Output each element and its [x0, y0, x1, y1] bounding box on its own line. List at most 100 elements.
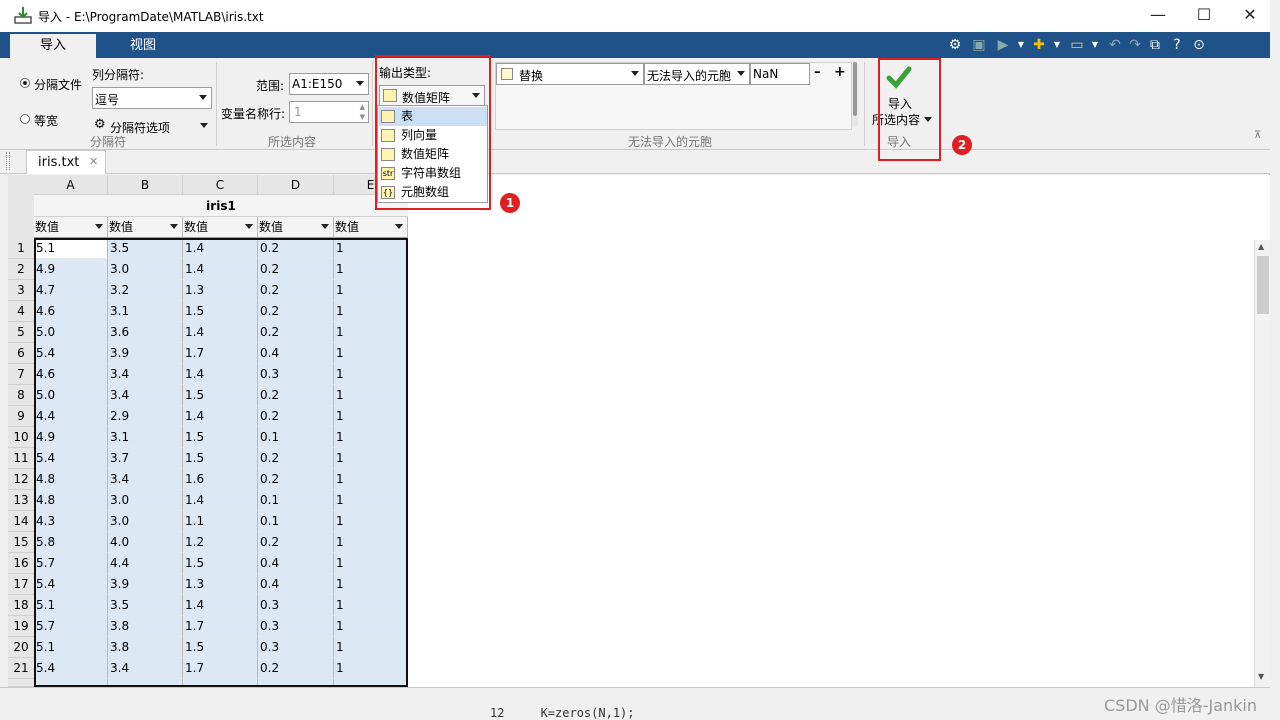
range-input[interactable]: A1:E150: [289, 73, 369, 95]
row-header[interactable]: 6: [8, 343, 34, 364]
table-cell[interactable]: 3.0: [108, 259, 183, 280]
tab-view[interactable]: 视图: [100, 34, 186, 58]
doc-tab-iris[interactable]: iris.txt ✕: [26, 150, 106, 174]
scrollbar-thumb[interactable]: [1257, 256, 1269, 314]
table-cell[interactable]: 5.4: [34, 658, 108, 679]
run-icon[interactable]: ▶: [994, 36, 1012, 54]
row-header[interactable]: 5: [8, 322, 34, 343]
drag-handle[interactable]: [6, 152, 10, 170]
table-cell[interactable]: 4.8: [34, 469, 108, 490]
table-cell[interactable]: 0.2: [258, 385, 334, 406]
table-cell[interactable]: 1.4: [183, 595, 258, 616]
table-cell[interactable]: 1.5: [183, 637, 258, 658]
table-cell[interactable]: 1: [334, 427, 408, 448]
table-cell[interactable]: 3.7: [108, 448, 183, 469]
column-type-select[interactable]: 数值: [258, 217, 334, 238]
table-cell[interactable]: 1.1: [183, 511, 258, 532]
table-cell[interactable]: 3.4: [108, 658, 183, 679]
row-header[interactable]: 1: [8, 238, 34, 259]
add-rule-button[interactable]: +: [834, 64, 846, 80]
settings-gear-icon[interactable]: ⚙: [946, 36, 964, 54]
column-header-b[interactable]: B: [108, 175, 183, 195]
tab-import[interactable]: 导入: [10, 34, 96, 58]
table-cell[interactable]: 1: [334, 658, 408, 679]
variable-names-row-spinner[interactable]: 1 ▲ ▼: [289, 101, 369, 123]
column-header-c[interactable]: C: [183, 175, 258, 195]
table-cell[interactable]: 5.1: [34, 238, 108, 259]
rules-scrollbar-thumb[interactable]: [853, 62, 857, 116]
table-cell[interactable]: 1: [334, 490, 408, 511]
row-header[interactable]: 15: [8, 532, 34, 553]
table-cell[interactable]: 1: [334, 574, 408, 595]
table-cell[interactable]: 1.7: [183, 343, 258, 364]
table-cell[interactable]: 0.2: [258, 259, 334, 280]
variable-name-header[interactable]: iris1: [34, 195, 408, 217]
rule-value-input[interactable]: NaN: [750, 63, 810, 85]
row-header[interactable]: 12: [8, 469, 34, 490]
row-header[interactable]: 4: [8, 301, 34, 322]
table-cell[interactable]: 3.1: [108, 427, 183, 448]
table-cell[interactable]: 4.4: [108, 553, 183, 574]
table-cell[interactable]: 0.4: [258, 574, 334, 595]
table-cell[interactable]: 1.4: [183, 322, 258, 343]
table-cell[interactable]: 5.0: [34, 322, 108, 343]
row-header[interactable]: 20: [8, 637, 34, 658]
table-cell[interactable]: 5.1: [34, 637, 108, 658]
table-cell[interactable]: 0.3: [258, 364, 334, 385]
table-cell[interactable]: 1: [334, 616, 408, 637]
table-cell[interactable]: 4.6: [34, 301, 108, 322]
table-cell[interactable]: 1: [334, 469, 408, 490]
table-cell[interactable]: 0.2: [258, 280, 334, 301]
table-cell[interactable]: 1.4: [183, 238, 258, 259]
table-cell[interactable]: 5.8: [34, 532, 108, 553]
row-header[interactable]: 2: [8, 259, 34, 280]
table-cell[interactable]: 0.1: [258, 427, 334, 448]
table-cell[interactable]: 2.9: [108, 406, 183, 427]
table-cell[interactable]: 0.4: [258, 343, 334, 364]
table-cell[interactable]: 5.4: [34, 448, 108, 469]
table-cell[interactable]: 1: [334, 637, 408, 658]
table-cell[interactable]: 1: [334, 259, 408, 280]
table-cell[interactable]: 0.2: [258, 448, 334, 469]
column-type-select[interactable]: 数值: [34, 217, 108, 238]
table-cell[interactable]: 1: [334, 532, 408, 553]
table-cell[interactable]: 1: [334, 364, 408, 385]
table-cell[interactable]: 1.5: [183, 385, 258, 406]
close-button[interactable]: ✕: [1227, 0, 1273, 32]
row-header[interactable]: 10: [8, 427, 34, 448]
table-cell[interactable]: 3.8: [108, 616, 183, 637]
table-cell[interactable]: 0.1: [258, 490, 334, 511]
table-cell[interactable]: 3.8: [108, 637, 183, 658]
table-cell[interactable]: 1.3: [183, 574, 258, 595]
column-header-d[interactable]: D: [258, 175, 334, 195]
table-cell[interactable]: 3.4: [108, 364, 183, 385]
table-cell[interactable]: 5.1: [34, 595, 108, 616]
table-cell[interactable]: 1: [334, 280, 408, 301]
table-cell[interactable]: 1.6: [183, 469, 258, 490]
table-cell[interactable]: 3.9: [108, 574, 183, 595]
table-cell[interactable]: 4.7: [34, 280, 108, 301]
radio-delimited[interactable]: [20, 78, 30, 88]
table-cell[interactable]: 3.0: [108, 490, 183, 511]
column-type-select[interactable]: 数值: [108, 217, 183, 238]
column-delimiter-select[interactable]: 逗号: [92, 87, 212, 109]
table-cell[interactable]: [183, 679, 258, 687]
scroll-up-icon[interactable]: ▲: [1258, 242, 1264, 251]
maximize-button[interactable]: ☐: [1181, 0, 1227, 32]
row-header[interactable]: 16: [8, 553, 34, 574]
table-cell[interactable]: 1.4: [183, 406, 258, 427]
table-cell[interactable]: 4.8: [34, 490, 108, 511]
row-header[interactable]: [8, 679, 34, 687]
table-cell[interactable]: 4.0: [108, 532, 183, 553]
save-icon[interactable]: ▣: [970, 36, 988, 54]
table-cell[interactable]: 4.3: [34, 511, 108, 532]
table-cell[interactable]: 1: [334, 553, 408, 574]
table-cell[interactable]: 4.9: [34, 427, 108, 448]
table-cell[interactable]: 0.3: [258, 595, 334, 616]
row-header[interactable]: 14: [8, 511, 34, 532]
row-header[interactable]: 8: [8, 385, 34, 406]
table-cell[interactable]: 0.3: [258, 637, 334, 658]
table-cell[interactable]: 0.1: [258, 511, 334, 532]
table-cell[interactable]: 3.1: [108, 301, 183, 322]
rule-action-select[interactable]: 替换: [496, 63, 644, 85]
